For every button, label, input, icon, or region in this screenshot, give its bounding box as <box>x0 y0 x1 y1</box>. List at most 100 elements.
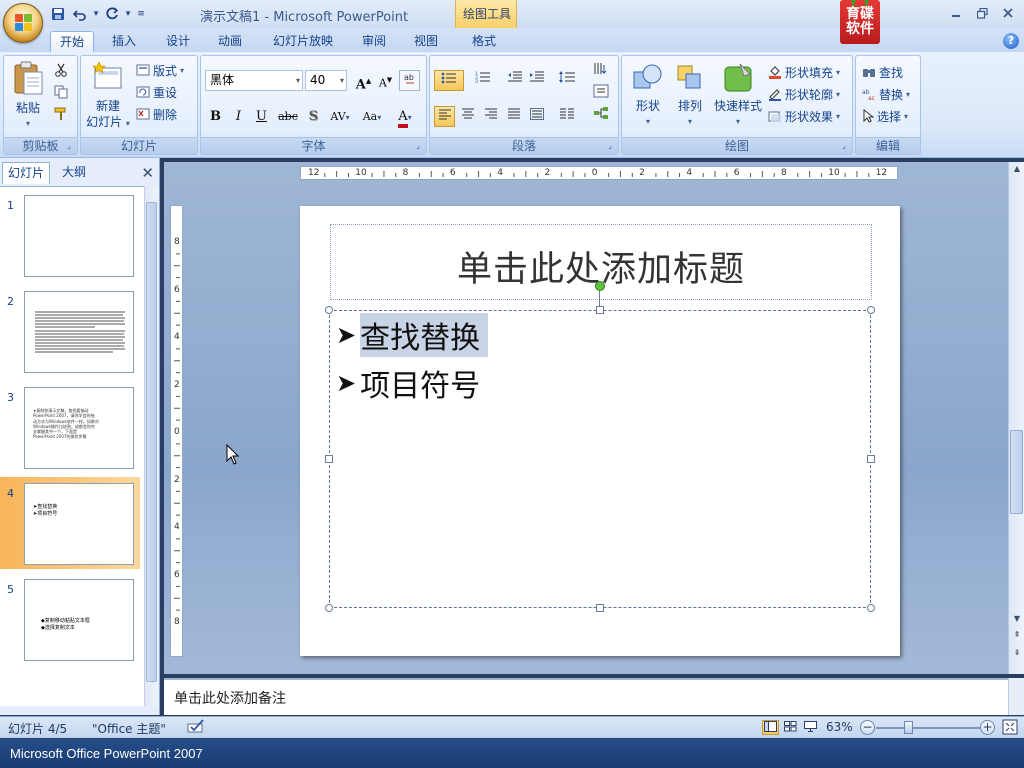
fit-to-window-icon[interactable] <box>1002 719 1018 738</box>
scroll-up-icon[interactable]: ▲ <box>1011 164 1023 173</box>
zoom-slider-knob[interactable] <box>904 721 913 734</box>
select-button[interactable]: 选择 ▾ <box>862 106 908 126</box>
replace-button[interactable]: ab ac 替换 ▾ <box>862 84 910 104</box>
thumbnail-scrollbar[interactable] <box>144 186 158 706</box>
tab-animations[interactable]: 动画 <box>208 31 252 52</box>
layout-button[interactable]: 版式 ▾ <box>136 60 184 80</box>
next-slide-icon[interactable]: ⇟ <box>1011 648 1023 657</box>
new-slide-button[interactable]: 新建 幻灯片 ▾ <box>84 60 132 132</box>
previous-slide-icon[interactable]: ⇞ <box>1011 630 1023 639</box>
justify-button[interactable] <box>503 106 524 127</box>
bullets-button[interactable] <box>434 70 464 91</box>
underline-button[interactable]: U <box>251 106 272 127</box>
zoom-slider-track[interactable] <box>876 727 980 729</box>
notes-pane[interactable]: 单击此处添加备注 <box>164 678 1008 715</box>
grow-font-button[interactable]: A▲ <box>353 70 374 92</box>
bullet-text[interactable]: 项目符号 <box>360 361 480 405</box>
customize-qat-icon[interactable]: ≡ <box>134 5 148 23</box>
tab-review[interactable]: 审阅 <box>352 31 396 52</box>
bullet-text-selected[interactable]: 查找替换 <box>360 313 489 357</box>
minimize-button[interactable] <box>944 3 968 23</box>
tab-outline[interactable]: 大纲 <box>54 162 94 184</box>
slide-thumb-row-4[interactable]: 4 ➤查找替换 ➤项目符号 <box>0 477 140 569</box>
distributed-button[interactable] <box>526 106 547 127</box>
shape-effects-button[interactable]: 形状效果 ▾ <box>768 106 840 126</box>
zoom-level[interactable]: 63% <box>826 720 853 734</box>
decrease-indent-button[interactable] <box>504 70 525 91</box>
help-icon[interactable]: ? <box>1003 33 1019 49</box>
undo-icon[interactable] <box>70 5 90 23</box>
notes-scrollbar[interactable] <box>1008 678 1024 715</box>
numbering-button[interactable]: 123 <box>468 70 498 91</box>
paste-button[interactable]: 粘贴 ▾ <box>8 60 48 132</box>
copy-button[interactable] <box>54 82 68 102</box>
slideshow-view-button[interactable] <box>802 720 819 735</box>
paragraph-launcher-icon[interactable]: ⌟ <box>605 141 615 151</box>
reset-button[interactable]: 重设 <box>136 82 177 102</box>
slide-scroll-thumb[interactable] <box>1010 430 1023 514</box>
change-case-button[interactable]: Aa▾ <box>357 106 387 127</box>
shrink-font-button[interactable]: A▼ <box>375 70 396 91</box>
redo-icon[interactable] <box>102 5 122 23</box>
slide-thumb-row-1[interactable]: 1 <box>0 189 140 281</box>
resize-handle-bottom-left[interactable] <box>325 604 333 612</box>
resize-handle-top[interactable] <box>596 306 604 314</box>
save-icon[interactable] <box>48 5 68 23</box>
increase-indent-button[interactable] <box>526 70 547 91</box>
tab-format[interactable]: 格式 <box>462 31 506 52</box>
slide-scrollbar[interactable]: ▲ ▼ ⇞ ⇟ <box>1008 162 1024 674</box>
smartart-button[interactable] <box>588 106 614 127</box>
font-launcher-icon[interactable]: ⌟ <box>413 141 423 151</box>
tab-view[interactable]: 视图 <box>404 31 448 52</box>
spellcheck-icon[interactable] <box>186 718 206 737</box>
font-name-select[interactable]: 黑体 ▾ <box>205 70 303 91</box>
char-spacing-button[interactable]: AV▾ <box>325 106 355 127</box>
line-spacing-button[interactable] <box>552 70 582 91</box>
current-slide[interactable]: 单击此处添加标题 ➤ 查找替换 ➤ 项目符号 <box>300 206 900 656</box>
redo-dropdown-icon[interactable]: ▾ <box>124 5 132 23</box>
drawing-launcher-icon[interactable]: ⌟ <box>839 141 849 151</box>
slide-thumbnail-2[interactable] <box>24 291 134 373</box>
slide-sorter-view-button[interactable] <box>782 720 799 735</box>
slide-thumb-row-2[interactable]: 2 <box>0 285 140 377</box>
slide-thumbnail-4[interactable]: ➤查找替换 ➤项目符号 <box>24 483 134 565</box>
shadow-button[interactable]: S <box>303 106 324 127</box>
normal-view-button[interactable] <box>762 720 779 735</box>
slide-thumb-row-3[interactable]: 3 ➤复制你演示文稿，查找要抽动 PowerPoint 2007，请你学会的抽 … <box>0 381 140 473</box>
text-direction-button[interactable] <box>588 62 614 83</box>
align-left-button[interactable] <box>434 106 455 127</box>
undo-dropdown-icon[interactable]: ▾ <box>92 5 100 23</box>
font-color-button[interactable]: A▾ <box>389 106 421 128</box>
resize-handle-right[interactable] <box>867 455 875 463</box>
thumbnail-scroll-thumb[interactable] <box>146 202 157 682</box>
slide-thumbnail-3[interactable]: ➤复制你演示文稿，查找要抽动 PowerPoint 2007，请你学会的抽 动方… <box>24 387 134 469</box>
tab-home[interactable]: 开始 <box>50 31 94 52</box>
align-text-button[interactable] <box>588 84 614 105</box>
close-pane-icon[interactable]: ✕ <box>141 164 154 182</box>
resize-handle-bottom-right[interactable] <box>867 604 875 612</box>
clipboard-launcher-icon[interactable]: ⌟ <box>64 141 74 151</box>
zoom-in-button[interactable]: + <box>980 720 995 735</box>
slide-thumb-row-5[interactable]: 5 ◆复制移动粘贴文本框 ◆选择复制文本 <box>0 573 140 665</box>
quick-styles-button[interactable]: 快速样式 ▾ <box>712 62 764 130</box>
resize-handle-bottom[interactable] <box>596 604 604 612</box>
slide-thumbnail-5[interactable]: ◆复制移动粘贴文本框 ◆选择复制文本 <box>24 579 134 661</box>
resize-handle-left[interactable] <box>325 455 333 463</box>
shapes-button[interactable]: 形状 ▾ <box>628 62 668 130</box>
italic-button[interactable]: I <box>228 106 249 127</box>
close-button[interactable] <box>996 3 1020 23</box>
delete-slide-button[interactable]: 删除 <box>136 104 177 124</box>
restore-button[interactable] <box>970 3 994 23</box>
align-center-button[interactable] <box>457 106 478 127</box>
zoom-out-button[interactable]: − <box>860 720 875 735</box>
arrange-button[interactable]: 排列 ▾ <box>670 62 710 130</box>
cut-button[interactable] <box>54 60 68 80</box>
format-painter-button[interactable] <box>54 104 68 124</box>
columns-button[interactable] <box>552 106 582 127</box>
rotation-handle[interactable] <box>595 281 605 291</box>
tab-insert[interactable]: 插入 <box>102 31 146 52</box>
shape-fill-button[interactable]: 形状填充 ▾ <box>768 62 840 82</box>
align-right-button[interactable] <box>480 106 501 127</box>
clear-formatting-button[interactable]: ab <box>399 70 420 91</box>
tab-slideshow[interactable]: 幻灯片放映 <box>264 31 342 52</box>
